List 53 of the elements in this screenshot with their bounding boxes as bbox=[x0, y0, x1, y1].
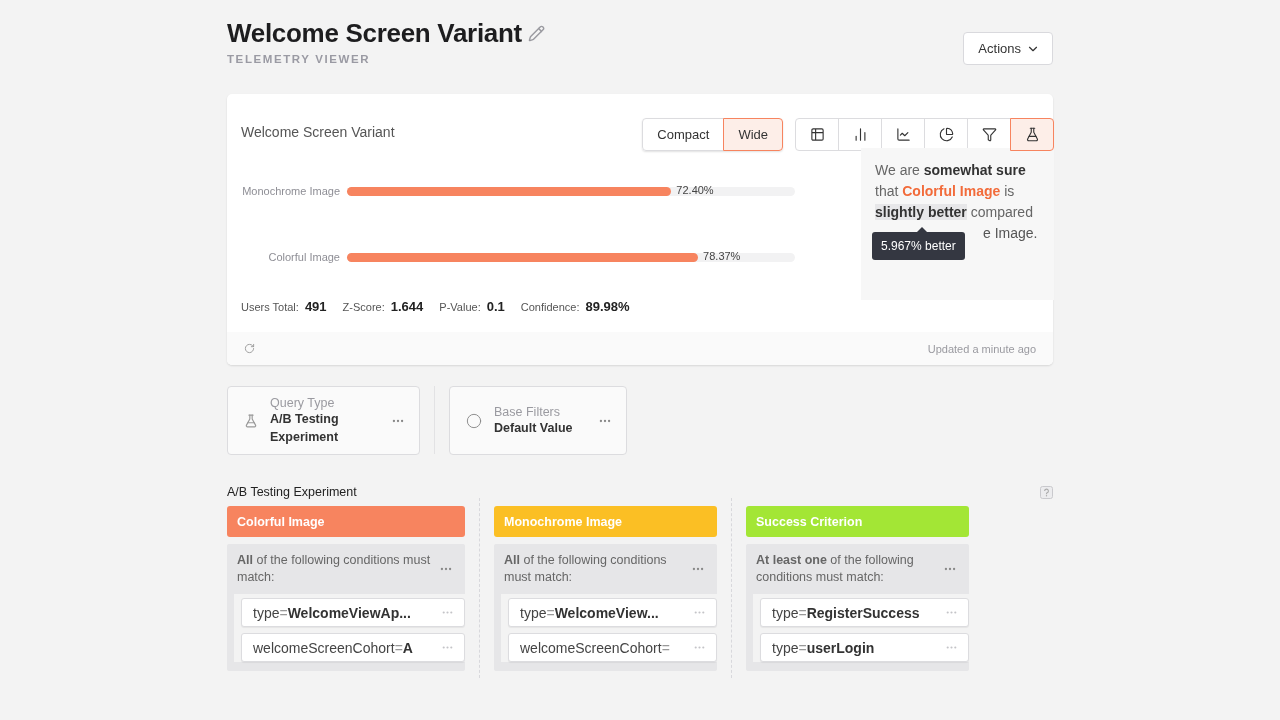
table-icon bbox=[809, 127, 825, 142]
line-chart-icon bbox=[895, 127, 911, 142]
width-toggle-button[interactable]: Compact bbox=[642, 118, 725, 151]
stat-label: Z-Score: bbox=[342, 301, 385, 313]
query-label: Base Filters bbox=[494, 405, 561, 419]
condition-row[interactable]: type=RegisterSuccess bbox=[760, 598, 969, 627]
group-header: Colorful Image bbox=[227, 506, 465, 537]
updated-text: Updated a minute ago bbox=[927, 342, 1036, 355]
stat-label: Users Total: bbox=[241, 301, 299, 313]
match-rule: All of the following conditions must match: bbox=[504, 552, 668, 586]
stat-value: 1.644 bbox=[390, 299, 424, 314]
flask-icon bbox=[244, 414, 258, 428]
stat-label: P-Value: bbox=[439, 301, 481, 313]
refresh-icon[interactable] bbox=[244, 343, 255, 354]
stat-value: 0.1 bbox=[486, 299, 505, 314]
bar-chart-icon bbox=[852, 127, 868, 142]
help-icon[interactable] bbox=[1040, 485, 1053, 499]
page-subtitle: TELEMETRY VIEWER bbox=[227, 53, 372, 65]
query-card[interactable]: Base Filters Default Value bbox=[449, 386, 627, 455]
section-title: A/B Testing Experiment bbox=[227, 485, 357, 499]
actions-button[interactable]: Actions bbox=[963, 32, 1053, 65]
bar-reading: 72.40% bbox=[675, 183, 714, 196]
stat-label: Confidence: bbox=[520, 301, 580, 313]
verdict-text: e Image. bbox=[983, 224, 1038, 243]
width-toggle-button[interactable]: Wide bbox=[723, 118, 783, 151]
condition-row[interactable]: type=WelcomeView... bbox=[508, 598, 717, 627]
query-card[interactable]: Query Type A/B Testing Experiment bbox=[227, 386, 420, 455]
view-button[interactable] bbox=[1010, 118, 1054, 151]
flask-icon bbox=[1024, 127, 1040, 142]
page-title: Welcome Screen Variant bbox=[227, 18, 522, 49]
query-value: A/B Testing Experiment bbox=[270, 411, 340, 446]
circle-icon bbox=[466, 413, 482, 429]
condition-row[interactable]: welcomeScreenCohort= bbox=[508, 633, 717, 662]
group-header: Success Criterion bbox=[746, 506, 969, 537]
tooltip: 5.967% better bbox=[872, 232, 965, 260]
chart-title: Welcome Screen Variant bbox=[241, 124, 395, 140]
group-header: Monochrome Image bbox=[494, 506, 717, 537]
bar-label: Monochrome Image bbox=[241, 185, 341, 197]
pie-chart-icon bbox=[938, 127, 954, 142]
condition-row[interactable]: type=userLogin bbox=[760, 633, 969, 662]
query-value: Default Value bbox=[494, 420, 574, 437]
condition-row[interactable]: type=WelcomeViewAp... bbox=[241, 598, 465, 627]
stat-value: 491 bbox=[304, 299, 327, 314]
filter-icon bbox=[981, 127, 997, 142]
match-rule: At least one of the following conditions must match: bbox=[756, 552, 915, 586]
stat-value: 89.98% bbox=[585, 299, 630, 314]
condition-row[interactable]: welcomeScreenCohort=A bbox=[241, 633, 465, 662]
query-label: Query Type bbox=[270, 396, 336, 410]
edit-icon[interactable] bbox=[527, 25, 545, 42]
verdict-text: We are somewhat sure that Colorful Image is slightly better compared bbox=[875, 161, 1034, 222]
match-rule: All of the following conditions must match: bbox=[237, 552, 432, 586]
bar-label: Colorful Image bbox=[267, 251, 341, 263]
bar-reading: 78.37% bbox=[702, 249, 741, 262]
